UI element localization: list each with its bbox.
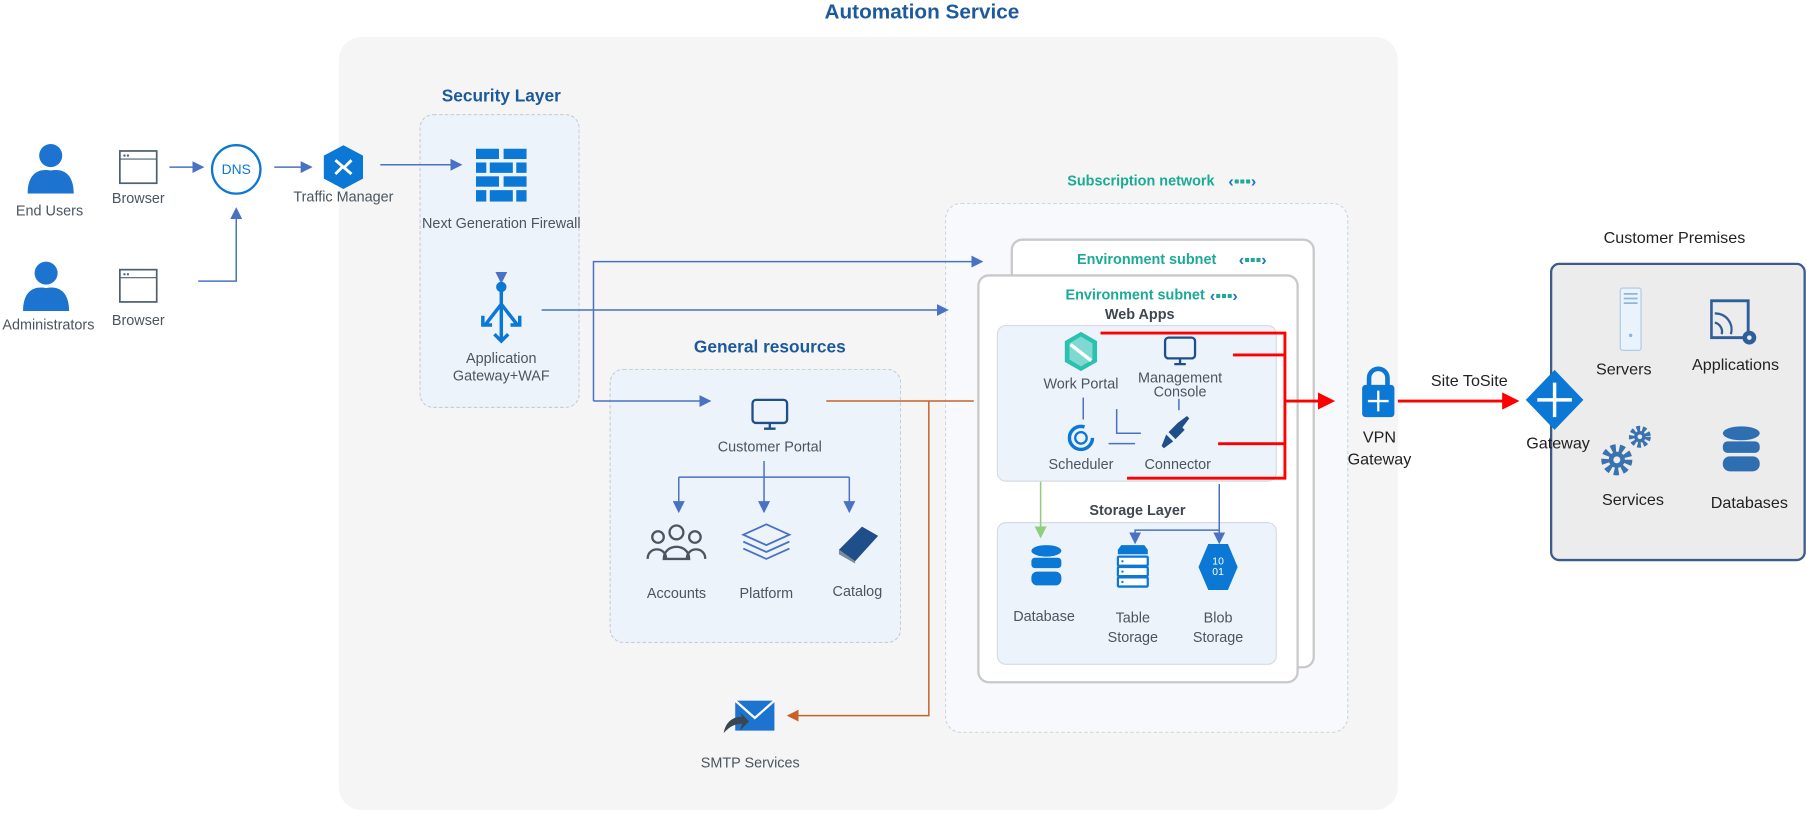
web-apps-title: Web Apps xyxy=(1104,306,1175,323)
services-label: Services xyxy=(1602,489,1664,509)
security-layer-title: Security Layer xyxy=(441,86,561,107)
arrow-admin-browser-dns xyxy=(198,207,243,282)
accounts-users-icon xyxy=(646,524,707,561)
gateway-router-icon xyxy=(1525,369,1584,430)
catalog-book-icon xyxy=(838,526,879,564)
arrow-gateway-subnet-back xyxy=(592,255,984,402)
customer-premises-title: Customer Premises xyxy=(1603,228,1746,247)
platform-layers-icon xyxy=(741,523,792,560)
environment-subnet-back-label: Environment subnet xyxy=(1077,251,1217,268)
customer-portal-label: Customer Portal xyxy=(717,439,822,456)
blob-glyph: 10 01 xyxy=(1212,555,1224,578)
general-resources-title: General resources xyxy=(693,337,846,358)
vpn-gateway-lock-icon xyxy=(1362,366,1395,418)
applications-label: Applications xyxy=(1692,354,1780,374)
smtp-label: SMTP Services xyxy=(700,754,800,771)
administrators-label: Administrators xyxy=(2,316,95,334)
vpn-gateway-label: VPN Gateway xyxy=(1347,427,1412,468)
firewall-icon xyxy=(475,148,527,202)
storage-layer-title: Storage Layer xyxy=(1089,502,1186,519)
applications-icon xyxy=(1710,299,1757,345)
traffic-manager-icon xyxy=(323,145,364,189)
dns-label: DNS xyxy=(221,161,251,178)
virtual-network-icon: ‹▪▪▪› xyxy=(1209,285,1238,305)
servers-label: Servers xyxy=(1595,359,1652,378)
customer-portal-monitor-icon xyxy=(751,398,789,430)
site-to-site-label: Site ToSite xyxy=(1430,371,1508,390)
databases-icon xyxy=(1722,426,1760,472)
firewall-label: Next Generation Firewall xyxy=(422,215,581,232)
table-storage-icon xyxy=(1116,545,1149,588)
work-portal-icon xyxy=(1064,331,1098,372)
catalog-label: Catalog xyxy=(832,583,883,600)
arrow-blob-table xyxy=(1129,529,1220,545)
databases-label: Databases xyxy=(1710,493,1788,512)
virtual-network-icon: ‹▪▪▪› xyxy=(1228,171,1257,191)
accounts-label: Accounts xyxy=(646,585,707,602)
environment-subnet-front-label: Environment subnet xyxy=(1065,286,1205,304)
browser-label: Browser xyxy=(111,312,165,329)
server-icon xyxy=(1619,287,1642,351)
scheduler-icon xyxy=(1067,424,1095,452)
page-title: Automation Service xyxy=(824,0,1020,24)
end-user-icon xyxy=(27,144,74,194)
subscription-network-label: Subscription network xyxy=(1067,172,1215,189)
management-console-monitor-icon xyxy=(1163,336,1197,366)
end-users-label: End Users xyxy=(15,202,84,219)
connector-plug-icon xyxy=(1161,416,1190,449)
architecture-diagram: Automation Service Security Layer Genera… xyxy=(0,0,1807,835)
application-gateway-icon xyxy=(481,281,522,344)
database-icon xyxy=(1031,545,1062,586)
blob-storage-label: Blob Storage xyxy=(1192,609,1244,646)
platform-label: Platform xyxy=(739,585,794,602)
traffic-manager-label: Traffic Manager xyxy=(293,188,394,206)
virtual-network-icon: ‹▪▪▪› xyxy=(1238,250,1267,269)
dns-globe-icon: DNS xyxy=(210,144,262,195)
scheduler-label: Scheduler xyxy=(1048,456,1114,473)
services-gears-icon xyxy=(1601,425,1651,476)
smtp-mail-icon xyxy=(723,699,776,733)
work-portal-label: Work Portal xyxy=(1043,375,1119,392)
database-label: Database xyxy=(1013,608,1075,625)
browser-icon xyxy=(118,268,158,303)
gateway-label: Gateway xyxy=(1526,433,1590,452)
browser-icon xyxy=(118,150,158,185)
management-console-label: Management Console xyxy=(1138,369,1223,400)
application-gateway-label: Application Gateway+WAF xyxy=(452,350,550,384)
administrator-icon xyxy=(23,261,70,312)
table-storage-label: Table Storage xyxy=(1107,609,1159,646)
browser-label: Browser xyxy=(111,190,165,207)
connector-label: Connector xyxy=(1144,456,1211,473)
